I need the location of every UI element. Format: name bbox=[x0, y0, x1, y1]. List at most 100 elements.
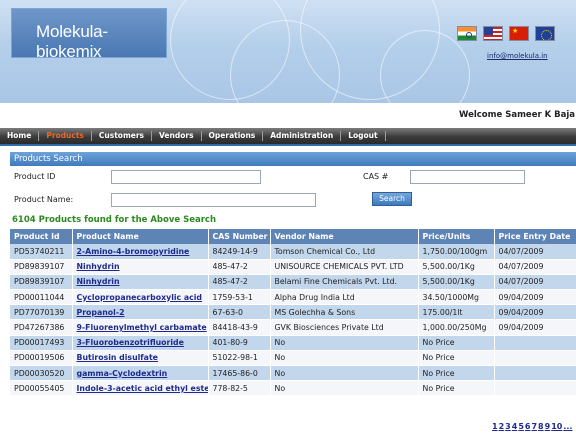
language-flags bbox=[457, 26, 561, 43]
cell-product-name[interactable]: Cyclopropanecarboxylic acid bbox=[72, 289, 209, 306]
cell-product-name[interactable]: 3-Fluorobenzotrifluoride bbox=[72, 335, 209, 351]
cell-price-entry-date: 09/04/2009 bbox=[494, 319, 576, 336]
page-link[interactable]: 5 bbox=[518, 422, 524, 431]
table-row: PD00017493 3-Fluorobenzotrifluoride 401-80… bbox=[10, 335, 576, 351]
column-header-vendor-name[interactable]: Vendor Name bbox=[270, 229, 419, 244]
cell-price-entry-date: 09/04/2009 bbox=[494, 304, 576, 321]
cell-price-units: 5,500.00/1Kg bbox=[418, 274, 495, 291]
column-header-product-id[interactable]: Product Id bbox=[10, 229, 73, 244]
cell-price-units: 175.00/1lt bbox=[418, 304, 495, 321]
products-table: Product Id Product Name CAS Number Vendo… bbox=[10, 229, 576, 397]
cell-price-units: No Price bbox=[418, 350, 495, 367]
cell-cas-number: 67-63-0 bbox=[208, 304, 271, 321]
cell-vendor-name: Alpha Drug India Ltd bbox=[270, 289, 419, 306]
cell-product-id: PD00011044 bbox=[10, 289, 73, 306]
cell-product-name[interactable]: Indole-3-acetic acid ethyl ester bbox=[72, 380, 209, 397]
cell-vendor-name: GVK Biosciences Private Ltd bbox=[270, 319, 419, 336]
cell-price-units: 1,750.00/100gm bbox=[418, 244, 495, 260]
welcome-bar: Welcome Sameer K Baja bbox=[0, 103, 576, 126]
search-panel-title: Products Search bbox=[10, 152, 576, 166]
nav-divider bbox=[0, 144, 576, 146]
usa-flag-icon[interactable] bbox=[483, 26, 503, 41]
cell-cas-number: 84418-43-9 bbox=[208, 319, 271, 336]
page-link[interactable]: 8 bbox=[538, 422, 544, 431]
search-panel: Product ID Product Name: CAS # Search bbox=[10, 166, 576, 212]
cell-vendor-name: MS Golechha & Sons bbox=[270, 304, 419, 321]
cell-product-id: PD89839107 bbox=[10, 274, 73, 291]
cell-price-entry-date bbox=[494, 335, 576, 351]
product-name-label: Product Name: bbox=[14, 195, 74, 204]
cell-price-entry-date: 04/07/2009 bbox=[494, 244, 576, 260]
cell-product-name[interactable]: Ninhydrin bbox=[72, 259, 209, 275]
cell-price-units: No Price bbox=[418, 335, 495, 351]
welcome-message: Welcome Sameer K Baja bbox=[459, 110, 576, 120]
product-id-input[interactable] bbox=[111, 170, 261, 184]
cell-product-name[interactable]: Ninhydrin bbox=[72, 274, 209, 291]
table-row: PD89839107 Ninhydrin 485-47-2 UNISOURCE CHE… bbox=[10, 259, 576, 275]
cell-product-name[interactable]: Propanol-2 bbox=[72, 304, 209, 321]
cell-product-name[interactable]: 9-Fluorenylmethyl carbamate bbox=[72, 319, 209, 336]
table-row: PD47267386 9-Fluorenylmethyl carbamate 844… bbox=[10, 319, 576, 336]
nav-products[interactable]: Products bbox=[39, 131, 92, 141]
cell-product-name[interactable]: 2-Amino-4-bromopyridine bbox=[72, 244, 209, 260]
column-header-price-units[interactable]: Price/Units bbox=[418, 229, 495, 244]
page-link[interactable]: 6 bbox=[525, 422, 531, 431]
nav-customers[interactable]: Customers bbox=[92, 131, 153, 141]
cell-product-id: PD53740211 bbox=[10, 244, 73, 260]
table-row: PD00011044 Cyclopropanecarboxylic acid 175… bbox=[10, 289, 576, 306]
cas-label: CAS # bbox=[363, 172, 389, 181]
page-link[interactable]: 9 bbox=[545, 422, 551, 431]
cell-cas-number: 485-47-2 bbox=[208, 274, 271, 291]
cell-price-units: 34.50/1000Mg bbox=[418, 289, 495, 306]
page-link[interactable]: 7 bbox=[531, 422, 537, 431]
cas-input[interactable] bbox=[410, 170, 525, 184]
table-row: PD77070139 Propanol-2 67-63-0 MS Golechha &… bbox=[10, 304, 576, 321]
nav-vendors[interactable]: Vendors bbox=[152, 131, 202, 141]
india-flag-icon[interactable] bbox=[457, 26, 477, 41]
table-row: PD00019506 Butirosin disulfate 51022-98-1 N… bbox=[10, 350, 576, 367]
eu-flag-icon[interactable] bbox=[535, 26, 555, 41]
cell-product-id: PD00017493 bbox=[10, 335, 73, 351]
cell-price-entry-date: 04/07/2009 bbox=[494, 274, 576, 291]
cell-price-entry-date: 04/07/2009 bbox=[494, 259, 576, 275]
nav-operations[interactable]: Operations bbox=[202, 131, 264, 141]
cell-vendor-name: UNISOURCE CHEMICALS PVT. LTD bbox=[270, 259, 419, 275]
search-button[interactable]: Search bbox=[372, 192, 412, 206]
cell-vendor-name: No bbox=[270, 380, 419, 397]
page-link[interactable]: 10 bbox=[551, 422, 562, 431]
cell-price-entry-date bbox=[494, 365, 576, 382]
page-link[interactable]: 2 bbox=[499, 422, 505, 431]
page-link[interactable]: ... bbox=[563, 422, 572, 431]
nav-logout[interactable]: Logout bbox=[341, 131, 386, 141]
cell-product-id: PD00030520 bbox=[10, 365, 73, 382]
nav-home[interactable]: Home bbox=[0, 131, 40, 141]
cell-cas-number: 51022-98-1 bbox=[208, 350, 271, 367]
nav-administration[interactable]: Administration bbox=[263, 131, 342, 141]
cell-price-entry-date: 09/04/2009 bbox=[494, 289, 576, 306]
cell-vendor-name: No bbox=[270, 335, 419, 351]
product-name-input[interactable] bbox=[111, 193, 316, 207]
cell-vendor-name: No bbox=[270, 365, 419, 382]
china-flag-icon[interactable] bbox=[509, 26, 529, 41]
table-row: PD00030520 gamma-Cyclodextrin 17465-86-0 No… bbox=[10, 365, 576, 382]
column-header-product-name[interactable]: Product Name bbox=[72, 229, 209, 244]
cell-product-name[interactable]: gamma-Cyclodextrin bbox=[72, 365, 209, 382]
table-row: PD00055405 Indole-3-acetic acid ethyl est… bbox=[10, 380, 576, 397]
column-header-price-entry-date[interactable]: Price Entry Date bbox=[494, 229, 576, 244]
cell-product-id: PD00055405 bbox=[10, 380, 73, 397]
page-link[interactable]: 3 bbox=[505, 422, 511, 431]
page-link[interactable]: 1 bbox=[492, 422, 498, 431]
cell-price-units: 1,000.00/250Mg bbox=[418, 319, 495, 336]
brand-logo[interactable]: Molekula-biokemix bbox=[11, 8, 167, 61]
cell-product-name[interactable]: Butirosin disulfate bbox=[72, 350, 209, 367]
pagination: 12345678910... bbox=[492, 422, 573, 431]
table-row: PD89839107 Ninhydrin 485-47-2 Belami Fine C… bbox=[10, 274, 576, 291]
cell-cas-number: 17465-86-0 bbox=[208, 365, 271, 382]
page-link[interactable]: 4 bbox=[512, 422, 518, 431]
contact-email-link[interactable]: info@molekula.in bbox=[487, 52, 548, 60]
product-id-label: Product ID bbox=[14, 172, 56, 181]
cell-product-id: PD47267386 bbox=[10, 319, 73, 336]
cell-cas-number: 485-47-2 bbox=[208, 259, 271, 275]
column-header-cas-number[interactable]: CAS Number bbox=[208, 229, 271, 244]
cell-vendor-name: Belami Fine Chemicals Pvt. Ltd. bbox=[270, 274, 419, 291]
